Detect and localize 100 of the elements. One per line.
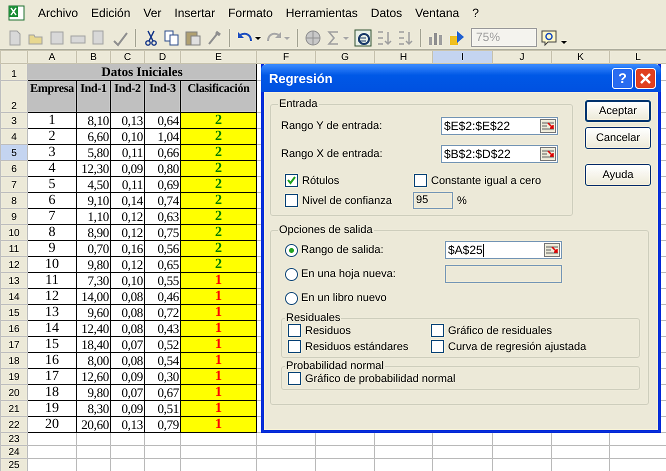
table-cell: 9,80 — [76, 256, 110, 272]
range-field[interactable]: $A$25 — [445, 241, 562, 259]
table-cell: 20 — [28, 416, 76, 432]
row-header[interactable]: 7 — [0, 176, 28, 192]
row-header[interactable]: 16 — [0, 320, 28, 336]
checkbox-label: Curva de regresión ajustada — [448, 340, 586, 352]
checkbox[interactable] — [414, 174, 427, 187]
checkbox[interactable] — [288, 340, 301, 353]
class-value: 2 — [215, 162, 222, 176]
table-cell: 0,12 — [110, 224, 144, 240]
range-picker-icon[interactable] — [540, 147, 556, 161]
menu-item[interactable]: Datos — [364, 6, 410, 20]
help-button[interactable]: ? — [612, 68, 633, 88]
column-header[interactable]: A — [28, 50, 76, 64]
copy-icon[interactable] — [163, 28, 181, 46]
column-header[interactable]: L — [610, 50, 666, 64]
range-picker-icon[interactable] — [540, 119, 556, 133]
dialog-button[interactable]: Ayuda — [585, 164, 651, 186]
table-cell: 12,30 — [76, 160, 110, 176]
table-cell: 0,12 — [110, 208, 144, 224]
table-cell: 11 — [28, 272, 76, 288]
class-value: 1 — [215, 322, 222, 336]
dialog-button[interactable]: Cancelar — [585, 127, 651, 149]
row-header[interactable]: 8 — [0, 192, 28, 208]
column-header[interactable]: J — [492, 50, 552, 64]
table-cell: 18,40 — [76, 336, 110, 352]
row-header[interactable]: 10 — [0, 224, 28, 240]
checkbox[interactable] — [431, 324, 444, 337]
menu-item[interactable]: Insertar — [168, 6, 222, 20]
row-header[interactable]: 13 — [0, 272, 28, 288]
menu-item[interactable]: Herramientas — [280, 6, 365, 20]
column-header[interactable]: G — [316, 50, 374, 64]
row-header[interactable]: 19 — [0, 368, 28, 384]
row-header[interactable]: 25 — [0, 458, 28, 471]
table-cell: 0,08 — [110, 288, 144, 304]
row-header[interactable]: 21 — [0, 400, 28, 416]
row-header[interactable]: 17 — [0, 336, 28, 352]
table-cell: 0,13 — [110, 112, 144, 128]
group-title: Probabilidad normal — [285, 360, 385, 372]
group-title: Opciones de salida — [278, 224, 374, 236]
row-header[interactable]: 1 — [0, 64, 28, 80]
range-field[interactable]: $B$2:$D$22 — [441, 145, 558, 163]
checkbox[interactable] — [288, 324, 301, 337]
row-header[interactable]: 15 — [0, 304, 28, 320]
row-header[interactable]: 9 — [0, 208, 28, 224]
radio-button[interactable] — [285, 244, 298, 256]
row-header[interactable]: 12 — [0, 256, 28, 272]
menu-item[interactable]: Formato — [222, 6, 280, 20]
range-field[interactable]: $E$2:$E$22 — [441, 117, 558, 135]
menu-item[interactable]: Ver — [137, 6, 168, 20]
checkbox-label: Constante igual a cero — [431, 174, 542, 186]
globe-icon[interactable] — [304, 28, 322, 46]
class-value: 1 — [215, 386, 222, 400]
table-cell: 5 — [28, 176, 76, 192]
column-header[interactable]: F — [256, 50, 316, 64]
row-header[interactable]: 18 — [0, 352, 28, 368]
checkbox[interactable] — [288, 372, 301, 385]
row-header[interactable]: 6 — [0, 160, 28, 176]
column-header[interactable]: K — [552, 50, 610, 64]
table-cell: 8,10 — [76, 112, 110, 128]
column-header[interactable]: H — [374, 50, 432, 64]
help-icon[interactable] — [540, 28, 568, 46]
column-header[interactable]: B — [76, 50, 110, 64]
checkbox-label: Gráfico de residuales — [448, 324, 552, 336]
dialog-button[interactable]: Aceptar — [585, 100, 651, 122]
row-header[interactable]: 22 — [0, 416, 28, 432]
table-cell: 9,10 — [76, 192, 110, 208]
menu-item[interactable]: ? — [466, 6, 486, 20]
table-cell: 0,08 — [110, 304, 144, 320]
row-header[interactable]: 3 — [0, 112, 28, 128]
column-heading: Ind-2 — [110, 80, 144, 112]
row-header[interactable]: 23 — [0, 432, 28, 446]
column-header[interactable]: C — [110, 50, 144, 64]
menu-item[interactable]: Ventana — [409, 6, 466, 20]
row-header[interactable]: 2 — [0, 80, 28, 112]
radio-button[interactable] — [285, 292, 298, 304]
table-cell: 0,08 — [110, 320, 144, 336]
table-cell: 13 — [28, 304, 76, 320]
checkbox[interactable] — [285, 174, 298, 187]
menu-item[interactable]: Archivo — [32, 6, 86, 20]
checkbox-label: Residuos — [305, 324, 351, 336]
column-header[interactable]: E — [180, 50, 256, 64]
row-header[interactable]: 20 — [0, 384, 28, 400]
class-value: 1 — [215, 402, 222, 416]
close-icon[interactable] — [635, 68, 656, 88]
row-header[interactable]: 24 — [0, 446, 28, 458]
cut-icon[interactable] — [142, 28, 160, 46]
menu-item[interactable]: Edición — [85, 6, 138, 20]
table-cell: 0,09 — [110, 400, 144, 416]
table-cell: 0,11 — [110, 144, 144, 160]
table-cell: 9,60 — [76, 304, 110, 320]
column-header[interactable]: D — [144, 50, 180, 64]
row-header[interactable]: 5 — [0, 144, 28, 160]
row-header[interactable]: 14 — [0, 288, 28, 304]
shapes-icon[interactable] — [448, 28, 466, 46]
row-header[interactable]: 4 — [0, 128, 28, 144]
checkbox[interactable] — [431, 340, 444, 353]
row-header[interactable]: 11 — [0, 240, 28, 256]
column-header[interactable]: I — [432, 50, 492, 64]
range-picker-icon[interactable] — [544, 243, 560, 257]
